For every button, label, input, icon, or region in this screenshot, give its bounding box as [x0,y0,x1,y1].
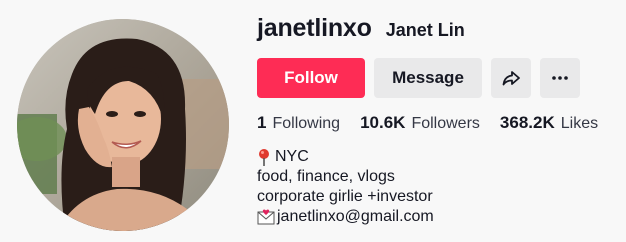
stat-value: 368.2K [499,113,555,132]
message-button[interactable]: Message [374,58,482,98]
more-button[interactable] [540,58,580,98]
round-pushpin-icon [259,149,269,166]
stat-likes: 368.2K Likes [500,113,598,133]
bio: NYC food, finance, vlogs corporate girli… [257,147,434,227]
profile-avatar[interactable] [17,19,229,231]
bio-line: corporate girlie +investor [257,188,433,205]
love-letter-icon [257,209,275,225]
follow-button[interactable]: Follow [257,58,365,98]
bio-location-line: NYC [257,147,434,167]
bio-line: food, finance, vlogs [257,168,395,185]
action-buttons: Follow Message [257,58,580,98]
stat-label: Following [272,115,341,132]
bio-email[interactable]: janetlinxo@gmail.com [277,207,434,227]
share-arrow-icon [502,71,520,86]
stat-label: Likes [560,115,599,132]
name-row: janetlinxo Janet Lin [257,14,465,43]
stat-value: 10.6K [360,113,406,132]
more-ellipsis-icon [552,76,568,80]
share-button[interactable] [491,58,531,98]
stat-label: Followers [411,115,480,132]
profile-info: janetlinxo Janet Lin Follow Message 1 Fo… [257,0,617,242]
bio-email-line: janetlinxo@gmail.com [257,207,434,227]
username: janetlinxo [257,14,372,42]
bio-location: NYC [275,148,309,165]
stat-followers[interactable]: 10.6K Followers [360,113,480,133]
avatar-photo [17,19,229,231]
stat-following[interactable]: 1 Following [257,113,340,133]
stat-value: 1 [257,113,267,132]
profile-stats: 1 Following 10.6K Followers 368.2K Likes [257,113,598,133]
nickname: Janet Lin [385,20,465,40]
